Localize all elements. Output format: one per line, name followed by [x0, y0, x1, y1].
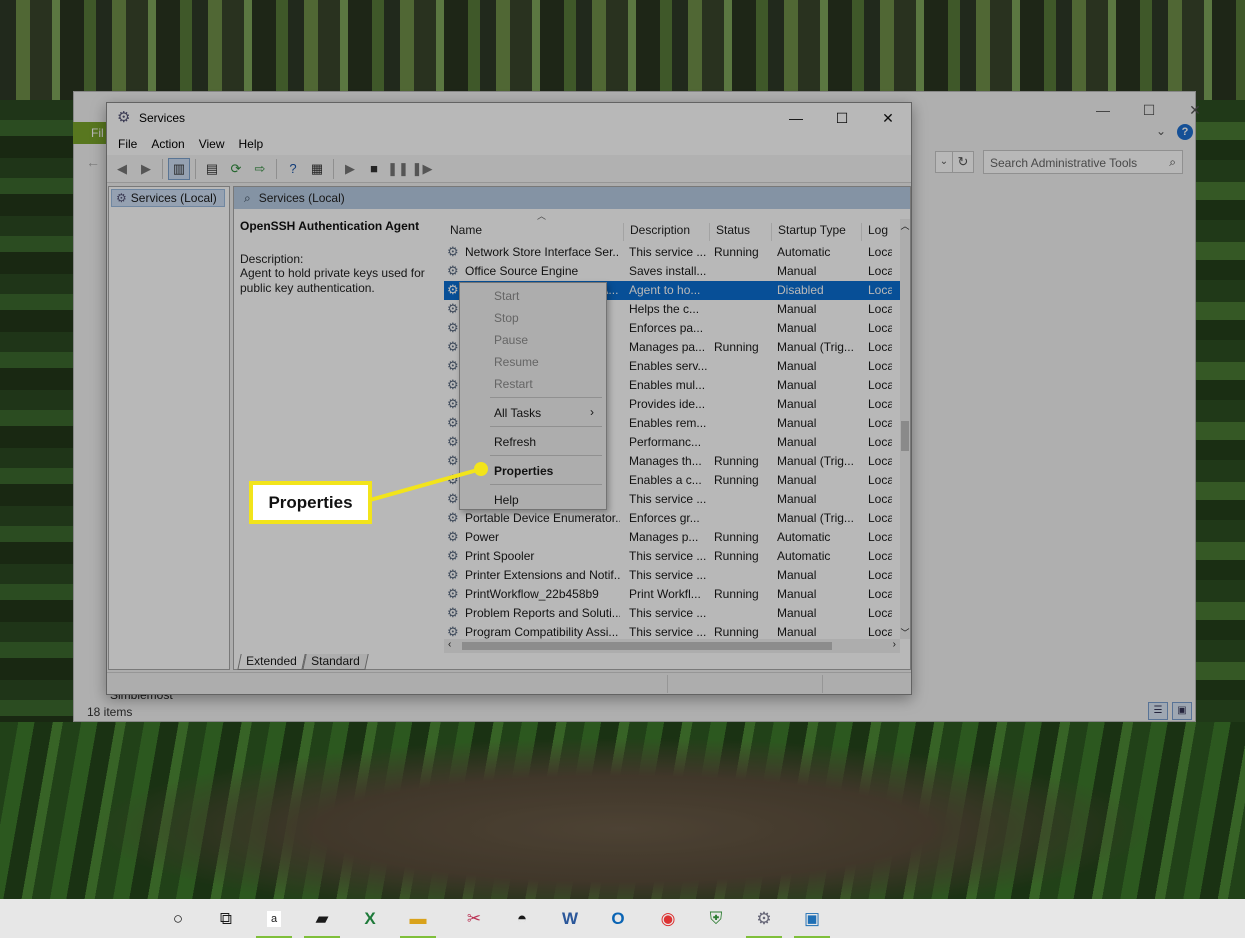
services-gear-icon[interactable]: ⚙: [740, 899, 788, 938]
admin-tools-icon[interactable]: ▣: [788, 899, 836, 938]
outlook-icon[interactable]: O: [594, 899, 642, 938]
callout-label: Properties: [249, 481, 372, 524]
excel-icon[interactable]: X: [346, 899, 394, 938]
callout-connector: [369, 467, 482, 502]
word-icon[interactable]: W: [546, 899, 594, 938]
security-shield-icon[interactable]: ⛨: [692, 899, 740, 938]
amazon-icon[interactable]: a: [250, 899, 298, 938]
task-view-icon[interactable]: ⧉: [202, 899, 250, 938]
callout-dot: [474, 462, 488, 476]
notepad-icon[interactable]: ▰: [298, 899, 346, 938]
photos-icon[interactable]: ◓: [498, 899, 546, 938]
chrome-icon[interactable]: ◉: [644, 899, 692, 938]
cortana-icon[interactable]: ○: [154, 899, 202, 938]
callout-line: [369, 467, 482, 502]
file-explorer-icon[interactable]: ▬: [394, 899, 442, 938]
snipping-tool-icon[interactable]: ✂: [450, 899, 498, 938]
taskbar: ○ ⧉ a ▰ X ▬ ✂ ◓ W O ◉ ⛨ ⚙ ▣: [0, 899, 1245, 938]
